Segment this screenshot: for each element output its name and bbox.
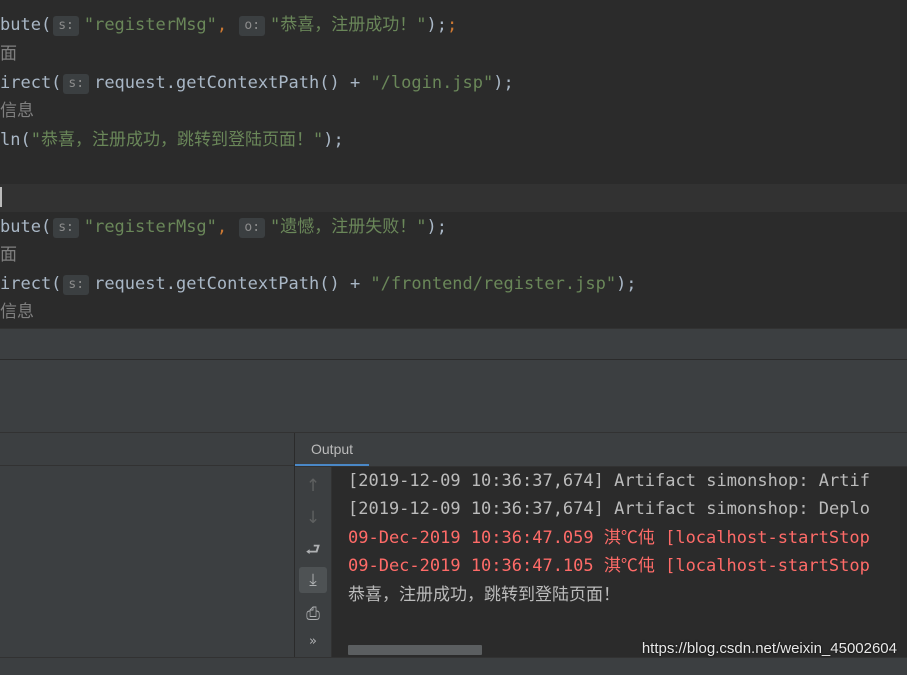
horizontal-scrollbar[interactable] [348, 645, 482, 655]
code-line-10[interactable]: irect(s: request.getContextPath() + "/fro… [0, 270, 637, 298]
tool-window-area [0, 360, 907, 432]
console-line: [2019-12-09 10:36:37,674] Artifact simon… [348, 499, 870, 519]
arrow-up-icon[interactable]: ↑ [299, 473, 327, 499]
text-caret [0, 187, 2, 207]
console-line-error: 09-Dec-2019 10:36:47.105 淇℃伅 [localhost-… [348, 556, 870, 576]
code-line-4[interactable]: 信息 [0, 97, 34, 125]
output-tab-bar: Output [295, 433, 907, 467]
arrow-down-icon[interactable]: ↓ [299, 505, 327, 531]
services-tool-window: Output ↑ ↓ ⮐ ⤓ ⎙ » [2019-12-09 10:36:37,… [0, 432, 907, 675]
code-line-1[interactable]: bute(s: "registerMsg", o: "恭喜，注册成功！");; [0, 11, 457, 39]
param-hint: s: [53, 218, 79, 238]
param-hint: s: [63, 275, 90, 295]
services-tree-pane[interactable] [0, 433, 295, 657]
console-line: 恭喜，注册成功，跳转到登陆页面！ [348, 585, 620, 605]
tab-output[interactable]: Output [295, 433, 370, 466]
param-hint: s: [53, 16, 79, 36]
code-line-current[interactable] [0, 184, 907, 212]
watermark: https://blog.csdn.net/weixin_45002604 [641, 640, 897, 657]
code-line-5[interactable]: ln("恭喜，注册成功，跳转到登陆页面！"); [0, 126, 344, 154]
more-icon[interactable]: » [299, 629, 327, 655]
output-console[interactable]: [2019-12-09 10:36:37,674] Artifact simon… [332, 467, 907, 657]
param-hint: o: [239, 16, 266, 36]
print-icon[interactable]: ⎙ [299, 601, 327, 627]
code-line-8[interactable]: bute(s: "registerMsg", o: "遗憾，注册失败！"); [0, 213, 447, 241]
editor-breadcrumb-bar [0, 328, 907, 360]
code-editor[interactable]: bute(s: "registerMsg", o: "恭喜，注册成功！");; 面 … [0, 0, 907, 328]
status-bar [0, 657, 907, 675]
soft-wrap-icon[interactable]: ⮐ [299, 537, 327, 563]
code-line-9[interactable]: 面 [0, 241, 17, 269]
param-hint: s: [63, 74, 90, 94]
param-hint: o: [239, 218, 266, 238]
code-line-11[interactable]: 信息 [0, 298, 34, 326]
code-line-2[interactable]: 面 [0, 40, 17, 68]
services-tree-header [0, 433, 294, 466]
output-toolbar: ↑ ↓ ⮐ ⤓ ⎙ » [295, 467, 332, 657]
console-line-error: 09-Dec-2019 10:36:47.059 淇℃伅 [localhost-… [348, 528, 870, 548]
scroll-to-end-icon[interactable]: ⤓ [299, 567, 327, 593]
console-line: [2019-12-09 10:36:37,674] Artifact simon… [348, 471, 870, 491]
code-line-3[interactable]: irect(s: request.getContextPath() + "/log… [0, 69, 514, 97]
